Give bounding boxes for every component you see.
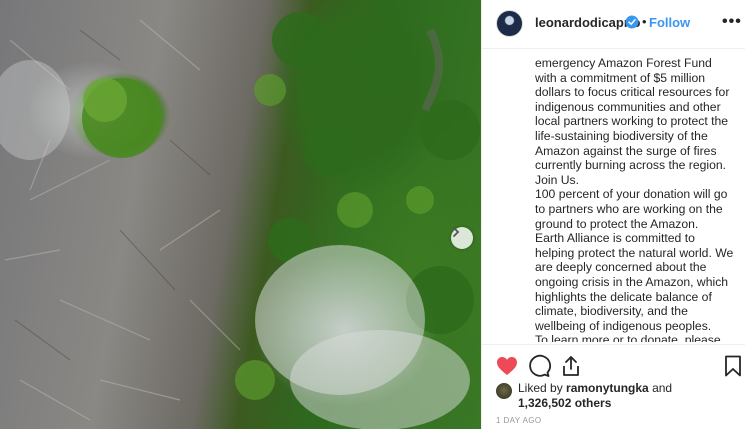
post-timestamp[interactable]: 1 DAY AGO bbox=[496, 416, 542, 425]
liker-avatar[interactable] bbox=[496, 383, 512, 399]
comment-bubble-icon[interactable] bbox=[527, 354, 551, 378]
post-panel: leonardodicaprio • Follow ••• emergency … bbox=[481, 0, 745, 429]
liked-by-prefix: Liked by bbox=[518, 381, 563, 395]
liker-username-link[interactable]: ramonytungka bbox=[566, 381, 649, 395]
more-options-button[interactable]: ••• bbox=[722, 13, 742, 31]
chevron-right-icon bbox=[453, 227, 460, 237]
like-count-link[interactable]: 1,326,502 others bbox=[518, 396, 611, 410]
liked-by-and: and bbox=[652, 381, 673, 395]
action-bar bbox=[482, 344, 745, 380]
caption-paragraph: 100 percent of your donation will go to … bbox=[535, 187, 728, 231]
avatar[interactable] bbox=[496, 10, 523, 37]
caption-paragraph: Join Us. bbox=[535, 172, 580, 187]
caption-paragraph: To learn more or to donate, please bbox=[535, 333, 721, 342]
caption-paragraph: Earth Alliance is committed to helping p… bbox=[535, 231, 734, 333]
post-photo[interactable] bbox=[0, 0, 481, 429]
separator-dot: • bbox=[642, 14, 647, 29]
heart-filled-icon[interactable] bbox=[495, 354, 519, 378]
share-arrow-icon[interactable] bbox=[559, 354, 583, 378]
next-photo-button[interactable] bbox=[451, 227, 473, 249]
bookmark-icon[interactable] bbox=[721, 354, 745, 378]
photo-texture bbox=[0, 12, 480, 429]
likes-text: Liked by ramonytungka and 1,326,502 othe… bbox=[518, 381, 672, 411]
follow-button[interactable]: Follow bbox=[649, 15, 690, 30]
caption-paragraph: emergency Amazon Forest Fund with a comm… bbox=[535, 56, 730, 173]
verified-badge-icon bbox=[625, 15, 639, 29]
post-header: leonardodicaprio • Follow ••• bbox=[482, 0, 745, 49]
post-caption: emergency Amazon Forest Fund with a comm… bbox=[535, 56, 735, 342]
